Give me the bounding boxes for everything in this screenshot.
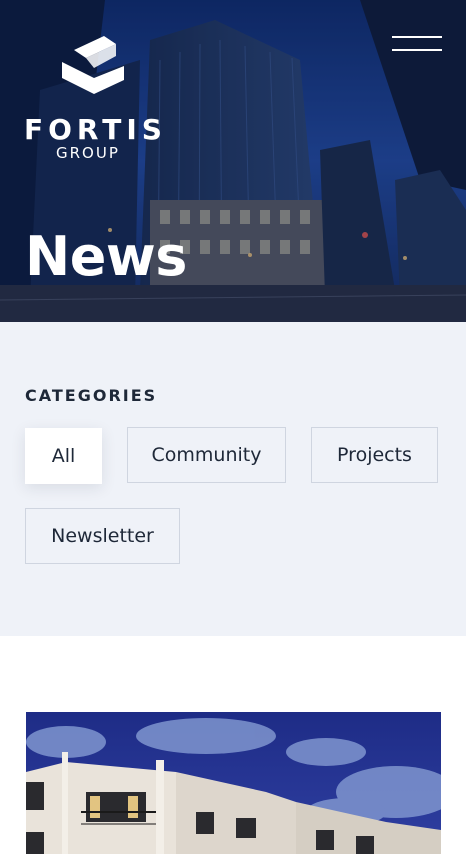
fortis-logo[interactable]: FORTIS GROUP: [24, 36, 174, 166]
brand-sub: GROUP: [56, 144, 120, 162]
page-title: News: [25, 225, 187, 288]
menu-line: [392, 49, 442, 51]
categories-heading: CATEGORIES: [25, 386, 158, 405]
categories-section: CATEGORIES All Community Projects Newsle…: [0, 322, 466, 636]
building-rendering-image: [26, 712, 441, 854]
fortis-logo-mark-icon: [62, 36, 124, 94]
hamburger-menu-icon[interactable]: [390, 34, 444, 56]
category-chip-community[interactable]: Community: [127, 427, 286, 483]
article-card-image[interactable]: [26, 712, 441, 854]
brand-name: FORTIS: [24, 113, 167, 146]
category-chip-newsletter[interactable]: Newsletter: [25, 508, 180, 564]
hero-banner: FORTIS GROUP News: [0, 0, 466, 322]
category-chip-all[interactable]: All: [25, 428, 102, 484]
category-chip-projects[interactable]: Projects: [311, 427, 438, 483]
menu-line: [392, 36, 442, 38]
